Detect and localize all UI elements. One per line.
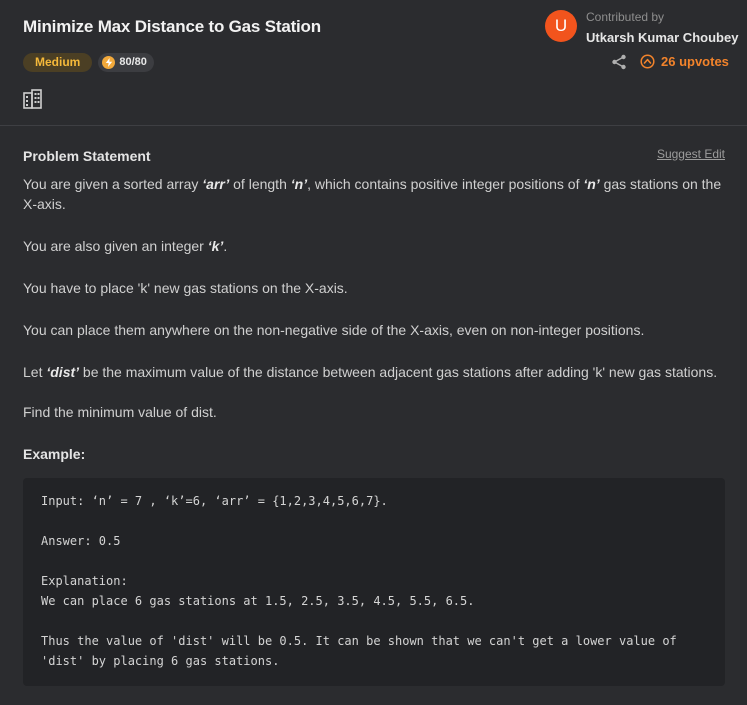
upvote-icon <box>640 54 655 69</box>
upvote-count: 26 upvotes <box>661 54 729 69</box>
statement-text: of length <box>229 176 291 192</box>
var-arr: ‘arr’ <box>202 176 230 192</box>
header-divider <box>0 125 747 126</box>
statement-text: , which contains positive integer positi… <box>307 176 584 192</box>
statement-paragraph-1: You are given a sorted array ‘arr’ of le… <box>23 174 728 214</box>
var-dist: ‘dist’ <box>46 364 80 380</box>
difficulty-badge: Medium <box>23 53 93 72</box>
example-heading: Example: <box>23 446 86 462</box>
statement-text: You are given a sorted array <box>23 176 203 192</box>
var-n: ‘n’ <box>583 176 600 192</box>
statement-text: Let <box>23 364 47 380</box>
bolt-icon <box>102 56 116 69</box>
statement-paragraph-6: Find the minimum value of dist. <box>23 404 217 420</box>
problem-title: Minimize Max Distance to Gas Station <box>23 17 321 36</box>
statement-text: You are also given an integer <box>23 238 208 254</box>
share-icon[interactable] <box>611 54 627 70</box>
code-line: Explanation: <box>41 574 128 588</box>
score-value: 80/80 <box>119 56 147 68</box>
statement-paragraph-4: You can place them anywhere on the non-n… <box>23 322 645 338</box>
badges-row: Medium 80/80 <box>23 53 154 72</box>
building-icon <box>23 89 42 109</box>
var-n: ‘n’ <box>290 176 308 192</box>
statement-text: . <box>223 238 228 254</box>
example-code-block: Input: ‘n’ = 7 , ‘k’=6, ‘arr’ = {1,2,3,4… <box>23 478 725 686</box>
contributed-by-label: Contributed by <box>586 10 665 24</box>
statement-paragraph-2: You are also given an integer ‘k’. <box>23 236 728 256</box>
code-line: Input: ‘n’ = 7 , ‘k’=6, ‘arr’ = {1,2,3,4… <box>41 494 388 508</box>
code-line: We can place 6 gas stations at 1.5, 2.5,… <box>41 594 475 608</box>
code-line: Answer: 0.5 <box>41 534 121 548</box>
problem-statement-heading: Problem Statement <box>23 148 151 164</box>
contributor-name[interactable]: Utkarsh Kumar Choubey <box>586 30 738 45</box>
statement-paragraph-5: Let ‘dist’ be the maximum value of the d… <box>23 362 728 382</box>
problem-page: Minimize Max Distance to Gas Station Med… <box>0 0 747 705</box>
contributor-avatar[interactable]: U <box>545 10 577 42</box>
suggest-edit-link[interactable]: Suggest Edit <box>657 147 725 161</box>
statement-paragraph-3: You have to place 'k' new gas stations o… <box>23 280 348 296</box>
code-line: 'dist' by placing 6 gas stations. <box>41 654 280 668</box>
code-line: Thus the value of 'dist' will be 0.5. It… <box>41 634 677 648</box>
score-badge: 80/80 <box>98 53 154 72</box>
var-k: ‘k’ <box>207 238 224 254</box>
statement-text: be the maximum value of the distance bet… <box>79 364 718 380</box>
upvote-button[interactable]: 26 upvotes <box>640 54 729 69</box>
